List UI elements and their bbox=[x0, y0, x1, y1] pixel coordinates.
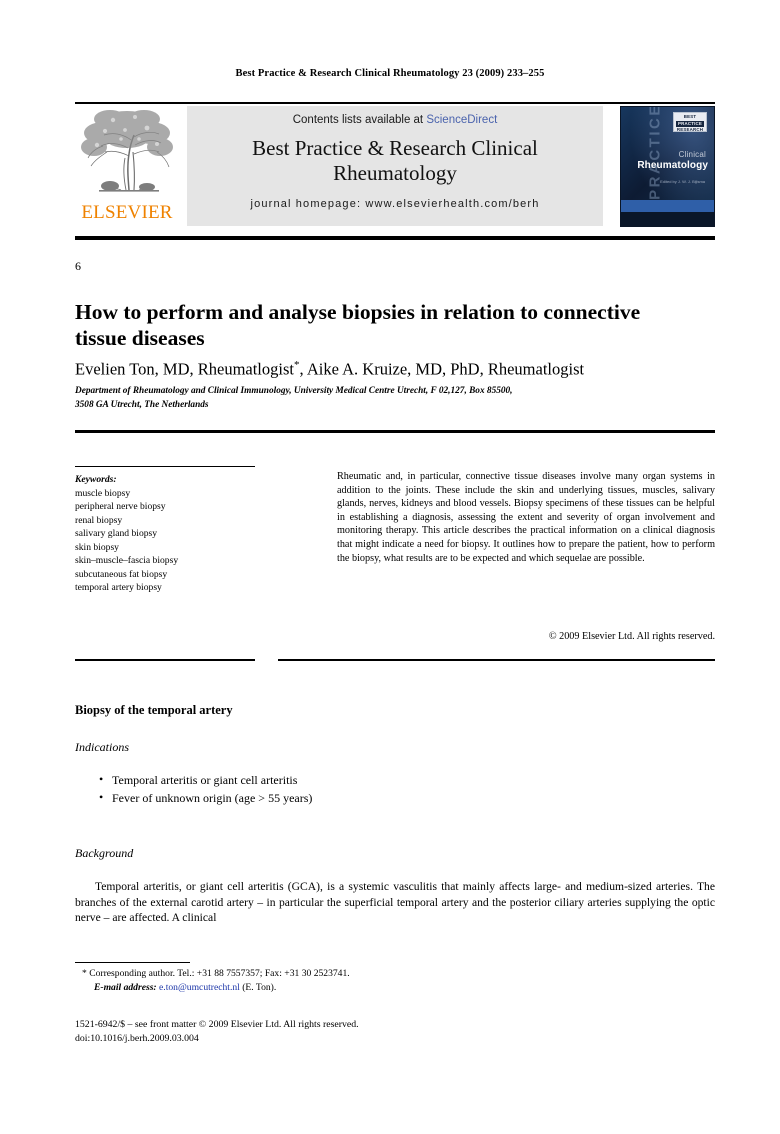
keyword-item: subcutaneous fat biopsy bbox=[75, 568, 168, 580]
subsection-heading-indications: Indications bbox=[75, 740, 129, 754]
journal-masthead: ELSEVIER Contents lists available at Sci… bbox=[75, 104, 715, 228]
imprint-front-matter: 1521-6942/$ – see front matter © 2009 El… bbox=[75, 1019, 359, 1030]
journal-title: Best Practice & Research Clinical Rheuma… bbox=[205, 136, 585, 186]
affiliation-line-2: 3508 GA Utrecht, The Netherlands bbox=[75, 399, 209, 410]
sciencedirect-link[interactable]: ScienceDirect bbox=[426, 114, 497, 126]
list-item: Fever of unknown origin (age > 55 years) bbox=[99, 789, 712, 808]
contents-available-line: Contents lists available at ScienceDirec… bbox=[187, 114, 603, 126]
cover-footer-band bbox=[621, 212, 714, 226]
journal-title-line-1: Best Practice & Research Clinical bbox=[252, 136, 538, 160]
affiliation: Department of Rheumatology and Clinical … bbox=[75, 385, 635, 412]
cover-color-band bbox=[621, 200, 714, 212]
keywords-block: Keywords: muscle biopsy peripheral nerve… bbox=[75, 473, 285, 595]
imprint-doi: doi:10.1016/j.berh.2009.03.004 bbox=[75, 1032, 199, 1044]
abstract-bottom-rule bbox=[278, 659, 715, 662]
elsevier-wordmark: ELSEVIER bbox=[81, 202, 173, 223]
footnote-corresponding-text: Corresponding author. Tel.: +31 88 75573… bbox=[89, 968, 350, 979]
cover-best-practice-badge: BEST PRACTICE RESEARCH bbox=[673, 112, 707, 132]
background-paragraph: Temporal arteritis, or giant cell arteri… bbox=[75, 880, 715, 925]
footnote-corresponding-author: * Corresponding author. Tel.: +31 88 755… bbox=[82, 967, 582, 981]
author-list: Evelien Ton, MD, Rheumatlogist*, Aike A.… bbox=[75, 355, 715, 380]
cover-subtitle: Clinical bbox=[678, 150, 706, 159]
keyword-item: renal biopsy bbox=[75, 514, 123, 526]
contents-prefix: Contents lists available at bbox=[292, 114, 427, 126]
subsection-heading-background: Background bbox=[75, 846, 134, 860]
keyword-item: peripheral nerve biopsy bbox=[75, 501, 166, 512]
footnote-email-label: E-mail address: bbox=[94, 982, 157, 993]
keyword-item: temporal artery biopsy bbox=[75, 582, 162, 593]
footnote-marker: * bbox=[82, 968, 87, 979]
author-first: Evelien Ton, MD, Rheumatlogist bbox=[75, 359, 294, 379]
journal-article-page: Best Practice & Research Clinical Rheuma… bbox=[0, 0, 780, 1134]
keywords-top-rule bbox=[75, 466, 255, 467]
abstract-copyright: © 2009 Elsevier Ltd. All rights reserved… bbox=[548, 631, 715, 642]
page-title: How to perform and analyse biopsies in r… bbox=[75, 300, 641, 351]
footnote-separator-rule bbox=[75, 962, 190, 963]
masthead-bottom-heavy-rule bbox=[75, 236, 715, 240]
article-head-rule bbox=[75, 430, 715, 433]
imprint-block: 1521-6942/$ – see front matter © 2009 El… bbox=[75, 1018, 575, 1045]
journal-cover-thumbnail: PRACTICE BEST PRACTICE RESEARCH Clinical… bbox=[620, 106, 715, 227]
cover-editor-line: Edited by J. W. J. Bijlsma bbox=[660, 179, 705, 184]
running-head: Best Practice & Research Clinical Rheuma… bbox=[235, 68, 545, 79]
journal-homepage-link[interactable]: journal homepage: www.elsevierhealth.com… bbox=[187, 198, 603, 210]
author-second: , Aike A. Kruize, MD, PhD, Rheumatlogist bbox=[299, 359, 585, 379]
elsevier-tree-icon bbox=[81, 110, 173, 192]
keyword-item: skin biopsy bbox=[75, 541, 119, 553]
footnote-email-link[interactable]: e.ton@umcutrecht.nl bbox=[159, 982, 240, 993]
list-item: Temporal arteritis or giant cell arterit… bbox=[99, 771, 712, 790]
footnote-block: * Corresponding author. Tel.: +31 88 755… bbox=[82, 967, 582, 995]
abstract-text: Rheumatic and, in particular, connective… bbox=[337, 471, 715, 564]
keywords-bottom-rule bbox=[75, 659, 255, 662]
keyword-item: salivary gland biopsy bbox=[75, 528, 158, 539]
affiliation-line-1: Department of Rheumatology and Clinical … bbox=[75, 386, 513, 396]
keywords-heading: Keywords: bbox=[75, 474, 117, 485]
journal-title-line-2: Rheumatology bbox=[333, 161, 457, 185]
journal-title-box: Contents lists available at ScienceDirec… bbox=[187, 106, 603, 226]
cover-title: Rheumatology bbox=[637, 160, 708, 171]
indications-list: Temporal arteritis or giant cell arterit… bbox=[90, 771, 712, 808]
chapter-number: 6 bbox=[75, 259, 81, 273]
keyword-item: muscle biopsy bbox=[75, 487, 131, 499]
abstract-block: Rheumatic and, in particular, connective… bbox=[337, 470, 715, 565]
footnote-email-suffix: (E. Ton). bbox=[242, 982, 277, 993]
cover-badge-line-1: BEST bbox=[683, 114, 697, 119]
footnote-email-line: E-mail address: e.ton@umcutrecht.nl (E. … bbox=[82, 981, 582, 995]
section-heading-temporal-artery: Biopsy of the temporal artery bbox=[75, 703, 233, 717]
elsevier-logo: ELSEVIER bbox=[75, 106, 179, 226]
keyword-item: skin–muscle–fascia biopsy bbox=[75, 555, 179, 566]
cover-badge-line-3: RESEARCH bbox=[676, 127, 704, 132]
cover-badge-line-2: PRACTICE bbox=[676, 120, 704, 127]
